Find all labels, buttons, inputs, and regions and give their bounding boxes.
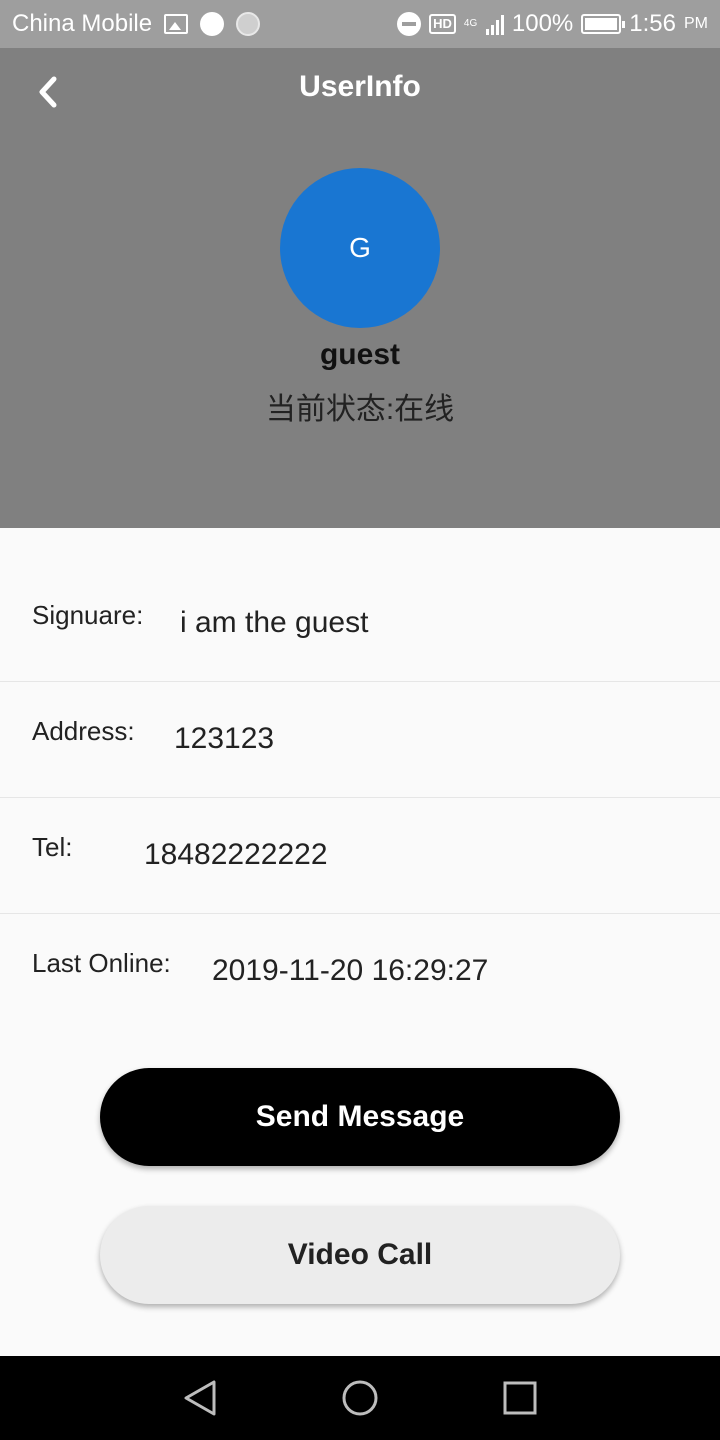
address-value: 123123 <box>174 722 275 755</box>
signal-icon <box>485 13 504 35</box>
last-online-value: 2019-11-20 16:29:27 <box>212 954 489 987</box>
tel-value: 18482222222 <box>144 838 328 871</box>
signature-value: i am the guest <box>180 606 369 639</box>
notification-dot-icon <box>200 12 225 36</box>
square-recents-icon <box>503 1381 537 1415</box>
info-row-address: Address: 123123 <box>0 682 720 798</box>
nav-home-button[interactable] <box>330 1368 390 1428</box>
tel-label: Tel: <box>32 832 73 862</box>
info-row-signature: Signuare: i am the guest <box>0 566 720 682</box>
clock-time: 1:56 <box>629 10 676 37</box>
nav-recents-button[interactable] <box>490 1368 550 1428</box>
carrier-label: China Mobile <box>12 10 153 37</box>
send-message-button[interactable]: Send Message <box>100 1068 620 1166</box>
last-online-label: Last Online: <box>32 948 171 978</box>
battery-icon <box>581 14 626 34</box>
triangle-back-icon <box>184 1380 216 1416</box>
info-row-last-online: Last Online: 2019-11-20 16:29:27 <box>0 914 720 1030</box>
notification-dot-grey-icon <box>236 12 261 36</box>
profile-header: UserInfo G guest 当前状态:在线 <box>0 48 720 528</box>
status-right: HD 4G 100% 1:56 PM <box>397 10 708 38</box>
clock-ampm: PM <box>684 15 708 32</box>
avatar: G <box>280 168 440 328</box>
circle-home-icon <box>342 1380 378 1416</box>
info-row-tel: Tel: 18482222222 <box>0 798 720 914</box>
battery-percent: 100% <box>511 10 574 37</box>
username: guest <box>319 338 400 371</box>
page-title: UserInfo <box>299 70 421 103</box>
status-bar: China Mobile HD 4G 100% 1:56 PM <box>0 0 720 48</box>
network-type-label: 4G <box>463 18 478 29</box>
video-call-button[interactable]: Video Call <box>100 1206 620 1304</box>
status-left: China Mobile <box>12 10 261 38</box>
do-not-disturb-icon <box>397 12 422 36</box>
image-notification-icon <box>164 14 189 34</box>
address-label: Address: <box>32 716 135 746</box>
user-status: 当前状态:在线 <box>265 393 455 426</box>
hd-icon: HD <box>429 14 456 34</box>
system-nav-bar <box>0 1356 720 1440</box>
nav-back-button[interactable] <box>170 1368 230 1428</box>
signature-label: Signuare: <box>32 600 144 630</box>
info-list: Signuare: i am the guest Address: 123123… <box>0 566 720 1030</box>
